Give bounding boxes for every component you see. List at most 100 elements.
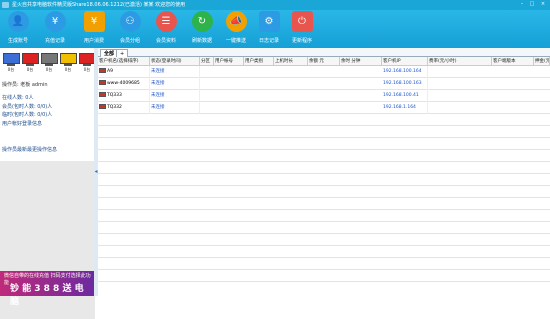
column-header[interactable]: 用户类别 [244, 57, 274, 66]
monitor-icon [40, 53, 58, 64]
ip-cell: 192.168.100.163 [382, 78, 428, 90]
column-header[interactable]: 分区 [200, 57, 214, 66]
table-row[interactable]: A9 未连接 192.168.100.164 [98, 66, 550, 78]
client-name-cell: www-4009685 [98, 78, 150, 90]
computer-count: 0台 [7, 67, 15, 72]
empty-row [98, 162, 550, 174]
login-info-link[interactable]: 用户帐好登录信息 [2, 120, 42, 127]
computer-icon [99, 80, 106, 85]
ip-cell: 192.168.1.164 [382, 102, 428, 114]
empty-row [98, 174, 550, 186]
client-name-cell: TQ332 [98, 102, 150, 114]
client-table: 客户机名(选择排序) 状态(登录时间) 分区 用户帐号 用户类别 上机时长 余额… [98, 57, 550, 296]
client-name: www-4009685 [107, 81, 140, 86]
table-header: 客户机名(选择排序) 状态(登录时间) 分区 用户帐号 用户类别 上机时长 余额… [98, 57, 550, 66]
empty-row [98, 114, 550, 126]
tool-refresh[interactable]: ↻ 刷新数据 [184, 11, 220, 47]
close-button[interactable]: × [539, 1, 547, 8]
column-header[interactable]: 客户端版本 [492, 57, 534, 66]
power-icon: ⏻ [291, 11, 313, 32]
yen-icon: ¥ [44, 11, 66, 32]
empty-row [98, 270, 550, 282]
tool-consume[interactable]: ¥ 用户消费 [76, 11, 112, 47]
empty-row [98, 222, 550, 234]
empty-row [98, 186, 550, 198]
tool-label: 日志记录 [258, 38, 279, 44]
column-header[interactable]: 余额 元 [308, 57, 340, 66]
tab-bar: 全部 + [98, 48, 550, 57]
tool-push[interactable]: 📣 一键推送 [218, 11, 254, 47]
computer-blue[interactable]: 0台 [2, 53, 20, 73]
tool-label: 会员资料 [155, 38, 176, 44]
minimize-button[interactable]: – [518, 1, 526, 8]
tool-update[interactable]: ⏻ 更新程序 [284, 11, 320, 47]
column-header[interactable]: 客户机名(选择排序) [98, 57, 150, 66]
computer-icon [99, 104, 106, 109]
table-row[interactable]: www-4009685 未连接 192.168.100.163 [98, 78, 550, 90]
computer-icon [99, 92, 106, 97]
tool-recharge[interactable]: ¥ 充值记录 [37, 11, 73, 47]
refresh-icon: ↻ [191, 11, 213, 32]
ad-banner[interactable]: 微信自带的在线充值 扫码支付选择此功能 钞 能 3 8 8 送 电 脑 [0, 271, 95, 307]
operator-notice[interactable]: 操作员最新最更操作信息 [2, 146, 57, 153]
member-online-count: 会员(包时人数: 0/0)人 [2, 104, 53, 110]
column-header[interactable]: 余时 分钟 [340, 57, 382, 66]
status-cell: 未连接 [150, 78, 200, 90]
client-name: TQ333 [107, 93, 122, 98]
computer-grey[interactable]: 0台 [40, 53, 58, 73]
column-header[interactable]: 押金(元 [534, 57, 550, 66]
column-header[interactable]: 客户机IP [382, 57, 428, 66]
temp-online-count: 临时(包时人数: 0/0)人 [2, 112, 53, 118]
empty-row [98, 246, 550, 258]
table-row[interactable]: TQ333 未连接 192.168.100.41 [98, 90, 550, 102]
computer-count: 0台 [64, 67, 72, 72]
empty-row [98, 126, 550, 138]
status-cell: 未连接 [150, 102, 200, 114]
tab-add-button[interactable]: + [116, 49, 129, 57]
computer-count: 0台 [26, 67, 34, 72]
left-panel: 0台 0台 0台 0台 0台 操作员: 老板 admin 在线人数: 0人 会员… [0, 48, 96, 319]
yen-box-icon: ¥ [83, 11, 105, 32]
monitor-icon [21, 53, 39, 64]
operator-label: 操作员: 老板 admin [2, 82, 48, 88]
monitor-icon [2, 53, 20, 64]
client-name: A9 [107, 69, 113, 74]
status-cell: 未连接 [150, 66, 200, 78]
tool-label: 刷新数据 [191, 38, 212, 44]
table-row[interactable]: TQ332 未连接 192.168.1.164 [98, 102, 550, 114]
tool-label: 充值记录 [44, 38, 65, 44]
group-icon: ⚇ [119, 11, 141, 32]
title-bar: 星火自共享电脑软件精灵版Share18.06.06.1212(已激活) 某某 欢… [0, 0, 550, 10]
toolbar: 👤 生成账号 ¥ 充值记录 ¥ 用户消费 ⚇ 会员分组 ☰ 会员资料 ↻ 刷新数… [0, 10, 550, 48]
client-name-cell: A9 [98, 66, 150, 78]
app-icon [2, 2, 9, 8]
empty-row [98, 210, 550, 222]
ip-cell: 192.168.100.41 [382, 90, 428, 102]
empty-row [98, 138, 550, 150]
tool-label: 一键推送 [225, 38, 246, 44]
column-header[interactable]: 用户帐号 [214, 57, 244, 66]
tool-log[interactable]: ⚙ 日志记录 [251, 11, 287, 47]
tool-member-info[interactable]: ☰ 会员资料 [148, 11, 184, 47]
tool-member-group[interactable]: ⚇ 会员分组 [112, 11, 148, 47]
ip-cell: 192.168.100.164 [382, 66, 428, 78]
computer-red[interactable]: 0台 [21, 53, 39, 73]
tool-label: 生成账号 [7, 38, 28, 44]
column-header[interactable]: 状态(登录时间) [150, 57, 200, 66]
monitor-icon [59, 53, 77, 64]
online-count: 在线人数: 0人 [2, 95, 34, 101]
tool-label: 更新程序 [291, 38, 312, 44]
column-header[interactable]: 费率(元/小时) [428, 57, 492, 66]
computer-count: 0台 [45, 67, 53, 72]
column-header[interactable]: 上机时长 [274, 57, 308, 66]
tool-generate-account[interactable]: 👤 生成账号 [0, 11, 36, 47]
maximize-button[interactable]: □ [528, 1, 536, 8]
megaphone-icon: 📣 [225, 11, 247, 32]
user-add-icon: 👤 [7, 11, 29, 32]
window-title: 星火自共享电脑软件精灵版Share18.06.06.1212(已激活) 某某 欢… [12, 2, 186, 8]
computer-yellow[interactable]: 0台 [59, 53, 77, 73]
tool-label: 会员分组 [119, 38, 140, 44]
empty-row [98, 150, 550, 162]
status-cell: 未连接 [150, 90, 200, 102]
empty-row [98, 234, 550, 246]
